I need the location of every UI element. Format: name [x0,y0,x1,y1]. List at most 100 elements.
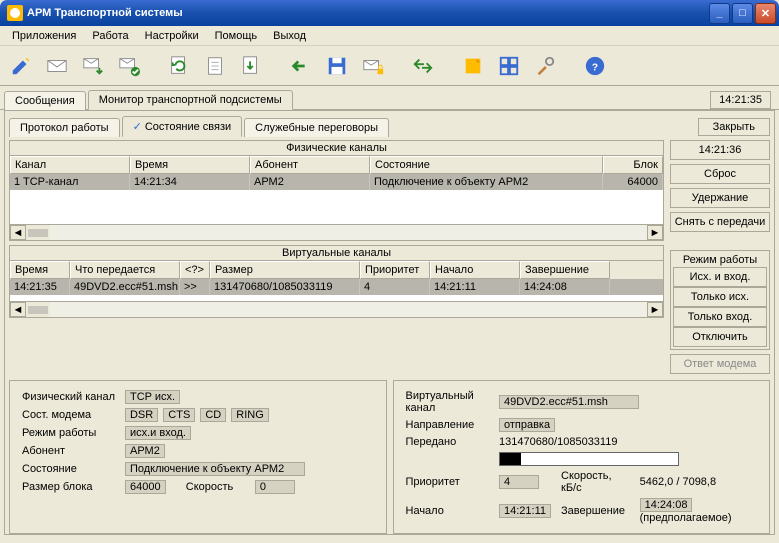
label: Состояние [18,461,119,477]
subtab-service[interactable]: Служебные переговоры [244,118,389,137]
undo-icon[interactable] [286,51,316,81]
mail-check-icon[interactable] [114,51,144,81]
menu-bar: Приложения Работа Настройки Помощь Выход [0,26,779,46]
release-button[interactable]: Снять с передачи [670,212,770,232]
menu-help[interactable]: Помощь [207,28,266,44]
start-time-value: 14:21:11 [499,504,551,518]
help-icon[interactable]: ? [580,51,610,81]
label: Приоритет [402,469,493,495]
tab-monitor[interactable]: Монитор транспортной подсистемы [88,90,293,110]
label: Завершение [557,497,634,525]
grid-icon[interactable] [494,51,524,81]
phys-col-time[interactable]: Время [130,156,250,174]
modem-ring-chip: RING [231,408,269,422]
phys-col-block[interactable]: Блок [603,156,663,174]
phys-col-abonent[interactable]: Абонент [250,156,370,174]
abonent-value: АРМ2 [125,444,165,458]
sub-tabs: Протокол работы ✓ Состояние связи Служеб… [9,115,770,136]
mode-both-button[interactable]: Исх. и вход. [673,267,767,287]
table-row[interactable]: 14:21:35 49DVD2.ecc#51.msh >> 131470680/… [10,279,663,295]
doc-refresh-icon[interactable] [164,51,194,81]
label: Режим работы [18,425,119,441]
close-panel-button[interactable]: Закрыть [698,118,770,136]
virt-col-size[interactable]: Размер [210,261,360,279]
physical-status-box: Физический каналTCP исх. Сост. модема DS… [9,380,387,534]
virtual-status-box: Виртуальный канал 49DVD2.ecc#51.msh Напра… [393,380,771,534]
state-value: Подключение к объекту АРМ2 [125,462,305,476]
mode-out-button[interactable]: Только исх. [673,287,767,307]
scrollbar[interactable]: ◄► [10,224,663,240]
subtab-protocol[interactable]: Протокол работы [9,118,120,137]
side-clock: 14:21:36 [670,140,770,160]
label: Скорость [182,479,249,495]
close-button[interactable]: ✕ [755,3,776,24]
title-bar: АРМ Транспортной системы _ □ ✕ [0,0,779,26]
app-icon [7,5,23,21]
tools-icon[interactable] [530,51,560,81]
menu-exit[interactable]: Выход [265,28,314,44]
maximize-button[interactable]: □ [732,3,753,24]
mode-value: исх.и вход. [125,426,191,440]
expected-label: (предполагаемое) [640,512,732,524]
modem-answer-button[interactable]: Ответ модема [670,354,770,374]
virt-col-dir[interactable]: <?> [180,261,210,279]
virt-col-start[interactable]: Начало [430,261,520,279]
virtual-channels-group: Виртуальные каналы Время Что передается … [9,245,664,318]
virt-col-priority[interactable]: Приоритет [360,261,430,279]
physical-channels-title: Физические каналы [10,141,663,156]
label: Виртуальный канал [402,389,493,415]
scrollbar[interactable]: ◄► [10,301,663,317]
priority-value: 4 [499,475,539,489]
virt-col-end[interactable]: Завершение [520,261,610,279]
menu-work[interactable]: Работа [84,28,136,44]
virt-col-time[interactable]: Время [10,261,70,279]
svg-text:?: ? [592,62,598,73]
save-icon[interactable] [322,51,352,81]
physical-channels-group: Физические каналы Канал Время Абонент Со… [9,140,664,241]
virt-col-what[interactable]: Что передается [70,261,180,279]
phys-col-channel[interactable]: Канал [10,156,130,174]
phys-channel-value: TCP исх. [125,390,180,404]
window-title: АРМ Транспортной системы [27,7,709,19]
compose-icon[interactable] [6,51,36,81]
hold-button[interactable]: Удержание [670,188,770,208]
mode-group: Режим работы Исх. и вход. Только исх. То… [670,250,770,350]
label: Скорость, кБ/с [557,469,634,495]
mode-title: Режим работы [673,253,767,267]
toolbar: ? [0,46,779,86]
virtual-channels-title: Виртуальные каналы [10,246,663,261]
menu-settings[interactable]: Настройки [137,28,207,44]
menu-apps[interactable]: Приложения [4,28,84,44]
virt-channel-value: 49DVD2.ecc#51.msh [499,395,639,409]
speed-value: 0 [255,480,295,494]
header-clock: 14:21:35 [710,91,771,109]
doc-icon[interactable] [200,51,230,81]
swap-icon[interactable] [408,51,438,81]
modem-cts-chip: CTS [163,408,195,422]
progress-bar: 12% [499,452,679,466]
label: Передано [402,435,493,449]
mail-lock-icon[interactable] [358,51,388,81]
tab-messages[interactable]: Сообщения [4,91,86,110]
speed-kb-value: 5462,0 / 7098,8 [640,476,716,488]
mode-in-button[interactable]: Только вход. [673,307,767,327]
note-icon[interactable] [458,51,488,81]
main-panel: Протокол работы ✓ Состояние связи Служеб… [4,110,775,535]
label: Абонент [18,443,119,459]
label: Сост. модема [18,407,119,423]
label: Направление [402,417,493,433]
table-row[interactable]: 1 TCP-канал 14:21:34 АРМ2 Подключение к … [10,174,663,190]
mode-off-button[interactable]: Отключить [673,327,767,347]
doc-down-icon[interactable] [236,51,266,81]
minimize-button[interactable]: _ [709,3,730,24]
main-tabs: Сообщения Монитор транспортной подсистем… [0,86,779,110]
virt-header: Время Что передается <?> Размер Приорите… [10,261,663,279]
subtab-link-state[interactable]: ✓ Состояние связи [122,116,243,137]
phys-col-state[interactable]: Состояние [370,156,603,174]
label: Физический канал [18,389,119,405]
block-size-value: 64000 [125,480,166,494]
mail-down-icon[interactable] [78,51,108,81]
end-time-value: 14:24:08 [640,498,693,512]
reset-button[interactable]: Сброс [670,164,770,184]
mail-icon[interactable] [42,51,72,81]
